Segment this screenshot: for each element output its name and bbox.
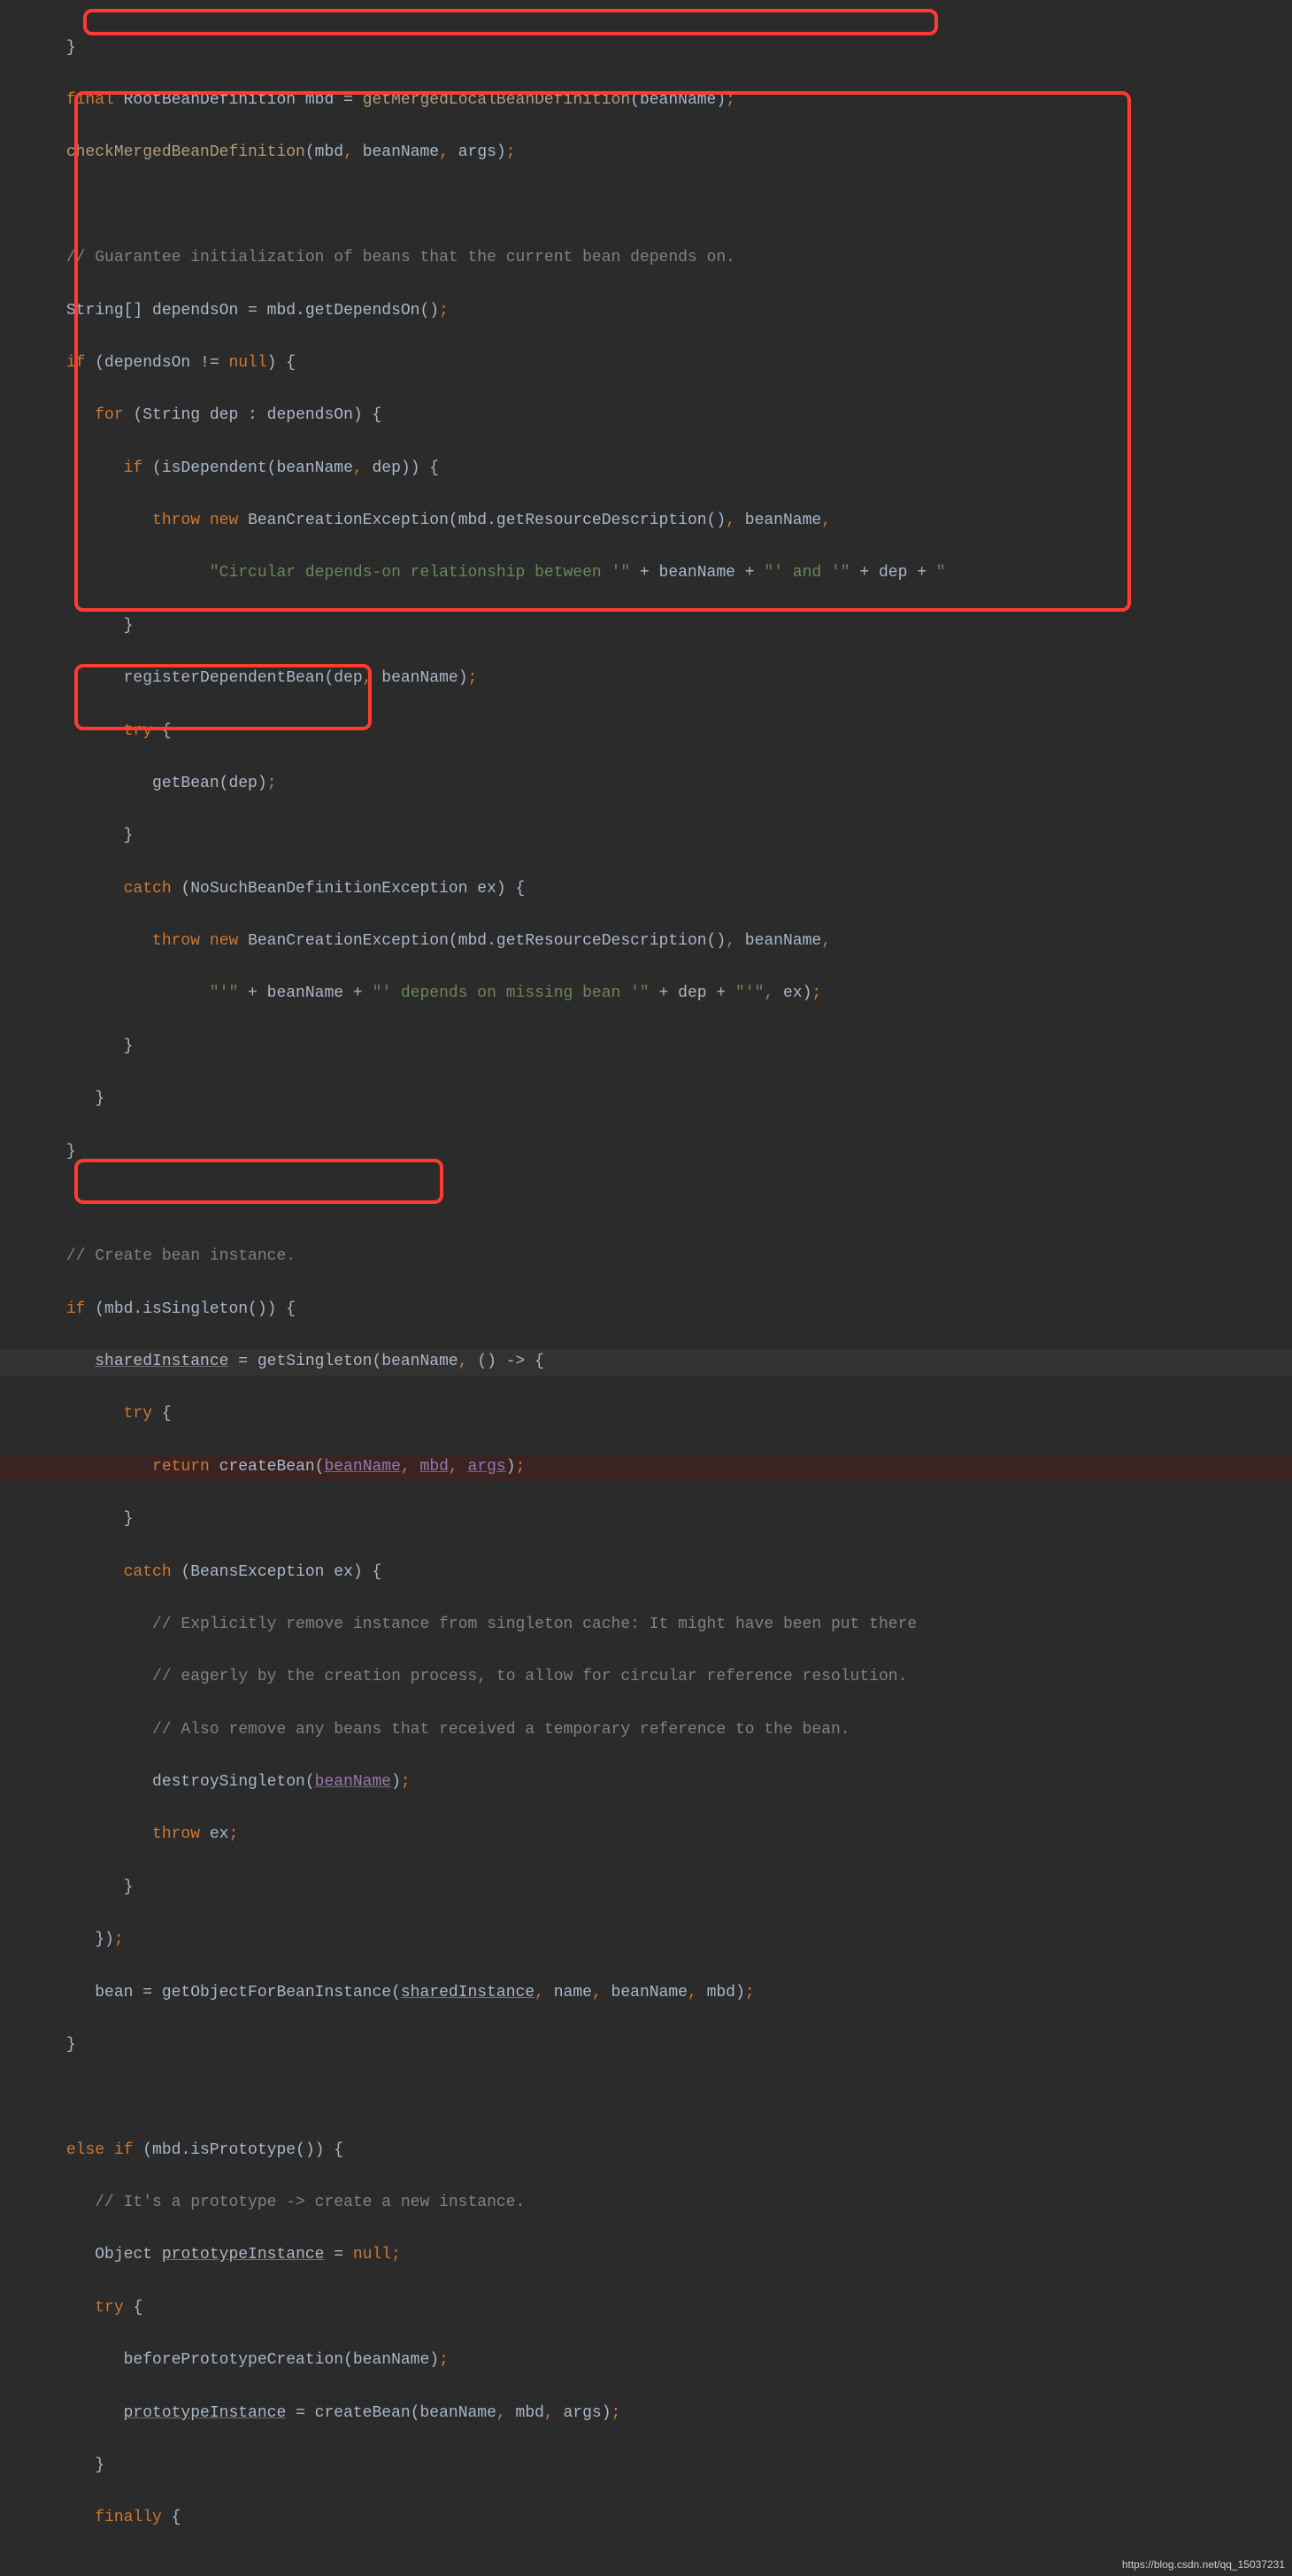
code-line: } [0,2032,1292,2059]
code-line: if (dependsOn != null) { [0,351,1292,377]
code-line: Object prototypeInstance = null; [0,2242,1292,2269]
code-line: } [0,2453,1292,2480]
code-line: final RootBeanDefinition mbd = getMerged… [0,88,1292,114]
code-line: // Explicitly remove instance from singl… [0,1612,1292,1639]
code-line: registerDependentBean(dep, beanName); [0,666,1292,692]
code-line: try { [0,719,1292,745]
code-line: throw new BeanCreationException(mbd.getR… [0,929,1292,955]
code-line: // eagerly by the creation process, to a… [0,1664,1292,1691]
code-line [0,1192,1292,1218]
code-line: throw ex; [0,1822,1292,1848]
code-line: prototypeInstance = createBean(beanName,… [0,2401,1292,2427]
code-line: try { [0,1401,1292,1428]
code-line [0,193,1292,220]
code-line: getBean(dep); [0,771,1292,798]
code-line: destroySingleton(beanName); [0,1770,1292,1796]
code-line: } [0,823,1292,850]
code-line: // Create bean instance. [0,1244,1292,1270]
code-line: checkMergedBeanDefinition(mbd, beanName,… [0,140,1292,166]
code-line: sharedInstance = getSingleton(beanName, … [0,1349,1292,1376]
code-line: if (isDependent(beanName, dep)) { [0,456,1292,482]
code-line: // Guarantee initialization of beans tha… [0,245,1292,272]
code-line: "'" + beanName + "' depends on missing b… [0,981,1292,1007]
code-line: } [0,1034,1292,1060]
code-line: } [0,1875,1292,1901]
code-line: }); [0,1927,1292,1954]
code-line: } [0,613,1292,640]
code-line: // It's a prototype -> create a new inst… [0,2190,1292,2217]
code-line: } [0,35,1292,62]
code-line: // Also remove any beans that received a… [0,1717,1292,1744]
code-editor: } final RootBeanDefinition mbd = getMerg… [0,0,1292,2576]
code-line: finally { [0,2505,1292,2532]
code-line: else if (mbd.isPrototype()) { [0,2138,1292,2164]
code-line: catch (NoSuchBeanDefinitionException ex)… [0,876,1292,903]
code-line [0,2085,1292,2111]
code-line: throw new BeanCreationException(mbd.getR… [0,508,1292,535]
code-line: } [0,1139,1292,1166]
code-line: if (mbd.isSingleton()) { [0,1297,1292,1323]
code-line: catch (BeansException ex) { [0,1560,1292,1586]
code-line: beforePrototypeCreation(beanName); [0,2348,1292,2374]
code-line: for (String dep : dependsOn) { [0,403,1292,429]
code-line: "Circular depends-on relationship betwee… [0,560,1292,587]
code-line: } [0,1507,1292,1533]
watermark: https://blog.csdn.net/qq_15037231 [1122,2557,1285,2574]
code-line: } [0,1086,1292,1113]
code-line: String[] dependsOn = mbd.getDependsOn(); [0,298,1292,325]
code-line: try { [0,2295,1292,2322]
code-line: bean = getObjectForBeanInstance(sharedIn… [0,1980,1292,2007]
code-line-highlighted: return createBean(beanName, mbd, args); [0,1454,1292,1481]
